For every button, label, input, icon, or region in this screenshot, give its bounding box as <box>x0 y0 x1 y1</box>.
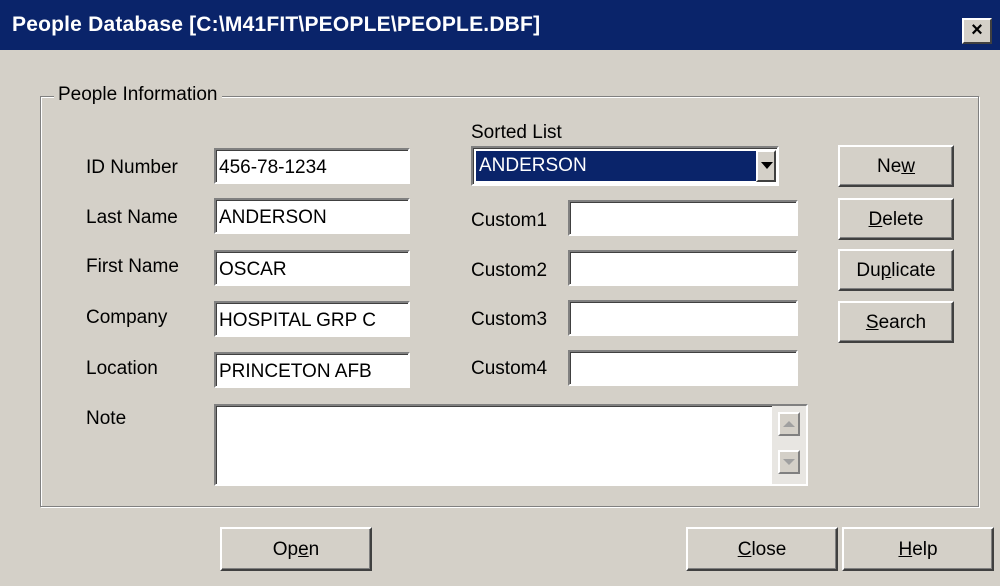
last-name-field[interactable]: ANDERSON <box>214 198 410 234</box>
company-label: Company <box>86 307 168 328</box>
id-number-field[interactable]: 456-78-1234 <box>214 148 410 184</box>
open-button[interactable]: Open <box>220 527 372 571</box>
location-field[interactable]: PRINCETON AFB <box>214 352 410 388</box>
window-title: People Database [C:\M41FIT\PEOPLE\PEOPLE… <box>12 13 541 36</box>
id-number-label: ID Number <box>86 157 178 178</box>
help-button-label: Help <box>898 539 938 560</box>
scroll-up-icon[interactable] <box>778 412 800 436</box>
chevron-down-icon[interactable] <box>756 150 776 182</box>
new-button[interactable]: New <box>838 145 954 187</box>
scroll-down-icon[interactable] <box>778 450 800 474</box>
first-name-label: First Name <box>86 256 179 277</box>
custom3-field[interactable] <box>568 300 798 336</box>
note-textarea[interactable] <box>214 404 808 486</box>
note-label: Note <box>86 408 127 429</box>
window-close-button[interactable]: × <box>962 18 992 44</box>
close-button[interactable]: Close <box>686 527 838 571</box>
search-button-label: Search <box>865 312 927 333</box>
last-name-label: Last Name <box>86 207 178 228</box>
close-button-label: Close <box>737 539 787 560</box>
close-icon: × <box>971 19 983 41</box>
duplicate-button-label: Duplicate <box>856 260 936 281</box>
help-button[interactable]: Help <box>842 527 994 571</box>
new-button-label: New <box>876 156 916 177</box>
open-button-label: Open <box>272 539 320 560</box>
custom2-label: Custom2 <box>471 260 548 281</box>
title-bar[interactable]: People Database [C:\M41FIT\PEOPLE\PEOPLE… <box>0 0 1000 50</box>
custom1-field[interactable] <box>568 200 798 236</box>
custom2-field[interactable] <box>568 250 798 286</box>
note-scrollbar[interactable] <box>772 406 806 484</box>
search-button[interactable]: Search <box>838 301 954 343</box>
group-label: People Information <box>54 84 222 106</box>
custom4-field[interactable] <box>568 350 798 386</box>
delete-button[interactable]: Delete <box>838 198 954 240</box>
company-field[interactable]: HOSPITAL GRP C <box>214 301 410 337</box>
sorted-list-selected-value[interactable]: ANDERSON <box>475 150 760 182</box>
sorted-list-combo[interactable]: ANDERSON <box>471 146 779 186</box>
delete-button-label: Delete <box>868 209 924 230</box>
custom1-label: Custom1 <box>471 210 548 231</box>
custom3-label: Custom3 <box>471 309 548 330</box>
custom4-label: Custom4 <box>471 358 548 379</box>
first-name-field[interactable]: OSCAR <box>214 250 410 286</box>
sorted-list-label: Sorted List <box>471 122 562 143</box>
location-label: Location <box>86 358 158 379</box>
duplicate-button[interactable]: Duplicate <box>838 249 954 291</box>
